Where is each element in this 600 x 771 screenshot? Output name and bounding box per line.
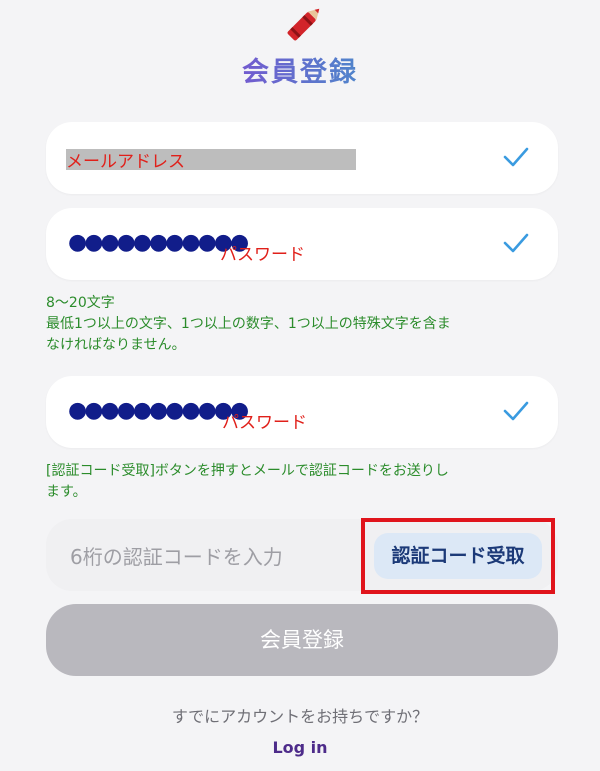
password-hint-length: 8〜20文字 bbox=[46, 295, 115, 311]
code-hint-line2: ます。 bbox=[46, 484, 87, 500]
checkmark-icon bbox=[503, 147, 529, 167]
password-hint: 8〜20文字 最低1つ以上の文字、1つ以上の数字、1つ以上の特殊文字を含ま なけ… bbox=[46, 293, 561, 356]
confirm-password-masked-value: ●●●●●●●●●●● bbox=[68, 398, 249, 423]
password-field[interactable]: ●●●●●●●●●●● パスワード bbox=[46, 208, 558, 280]
code-hint: [認証コード受取]ボタンを押すとメールで認証コードをお送りし ます。 bbox=[46, 461, 561, 503]
checkmark-icon bbox=[503, 401, 529, 421]
page-title: 会員登録 bbox=[0, 50, 600, 89]
password-hint-rule-cont: なければなりません。 bbox=[46, 337, 186, 353]
email-label: メールアドレス bbox=[66, 152, 185, 172]
code-hint-line1: [認証コード受取]ボタンを押すとメールで認証コードをお送りし bbox=[46, 463, 449, 479]
register-button[interactable]: 会員登録 bbox=[46, 604, 558, 676]
password-hint-rule: 最低1つ以上の文字、1つ以上の数字、1つ以上の特殊文字を含ま bbox=[46, 316, 451, 332]
checkmark-icon bbox=[503, 233, 529, 253]
highlight-box: 認証コード受取 bbox=[361, 518, 555, 594]
code-placeholder: 6桁の認証コードを入力 bbox=[70, 545, 283, 569]
confirm-password-field[interactable]: ●●●●●●●●●●● パスワード bbox=[46, 376, 558, 448]
password-label: パスワード bbox=[220, 245, 305, 265]
crayon-icon bbox=[287, 8, 320, 41]
login-link[interactable]: Log in bbox=[0, 738, 600, 757]
confirm-password-label: パスワード bbox=[222, 413, 307, 433]
request-code-button[interactable]: 認証コード受取 bbox=[374, 533, 542, 579]
have-account-text: すでにアカウントをお持ちですか？ bbox=[171, 707, 429, 726]
email-field[interactable]: メールアドレス bbox=[46, 122, 558, 194]
